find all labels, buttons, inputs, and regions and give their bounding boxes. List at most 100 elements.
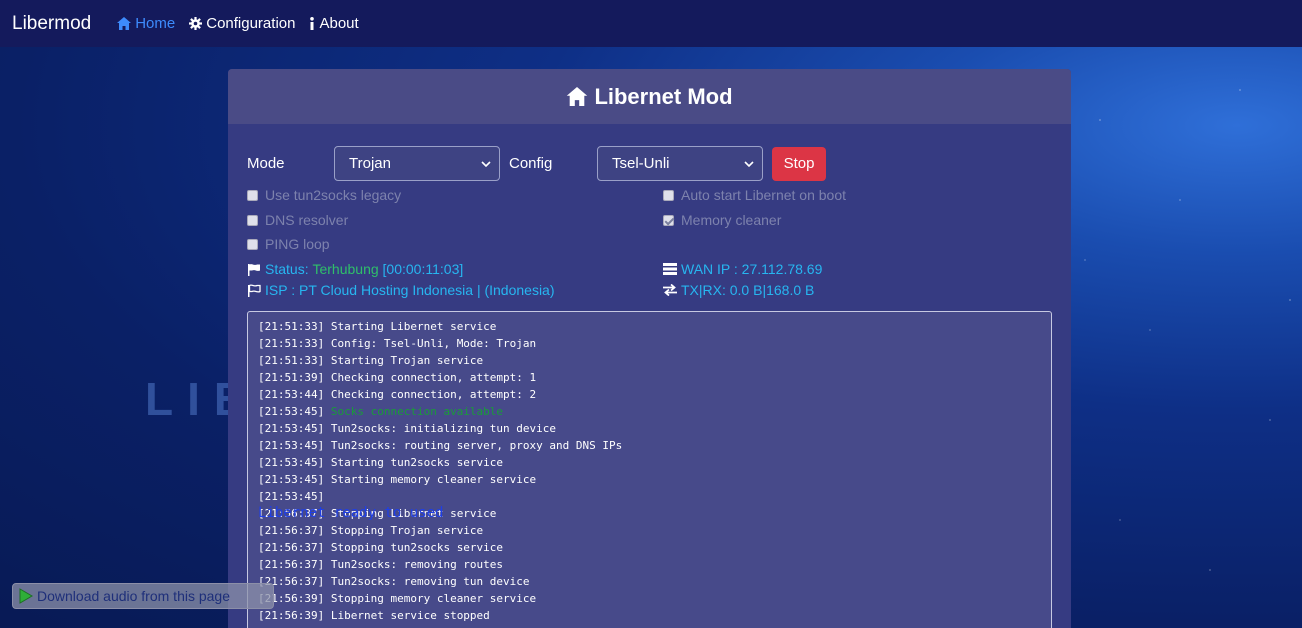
wan-ip-info: WAN IP : 27.112.78.69 <box>663 261 822 277</box>
mode-select[interactable]: Trojan <box>334 146 500 181</box>
isp-text: ISP : PT Cloud Hosting Indonesia | (Indo… <box>265 282 555 298</box>
log-timestamp: [21:51:33] <box>258 320 325 333</box>
status-info: Status: Terhubung [00:00:11:03] <box>247 261 463 277</box>
log-timestamp: [21:51:39] <box>258 371 325 384</box>
log-timestamp: [21:53:45] <box>258 473 325 486</box>
nav-link-configuration[interactable]: Configuration <box>189 15 295 32</box>
flag-outline-icon <box>248 283 261 297</box>
download-audio-button[interactable]: Download audio from this page <box>12 583 274 609</box>
log-timestamp: [21:56:37] <box>258 558 325 571</box>
log-line: [21:56:37] Stopping Trojan service <box>258 522 1041 539</box>
log-message: Libernet ready to used <box>258 505 444 521</box>
log-timestamp: [21:51:33] <box>258 337 325 350</box>
auto-start-label: Auto start Libernet on boot <box>681 187 846 203</box>
download-audio-label: Download audio from this page <box>37 588 231 604</box>
log-message: Starting Trojan service <box>330 354 484 367</box>
isp-info: ISP : PT Cloud Hosting Indonesia | (Indo… <box>247 282 555 298</box>
log-timestamp: [21:53:45] <box>258 456 325 469</box>
home-icon <box>567 87 588 106</box>
option-ping-loop[interactable]: PING loop <box>247 236 330 252</box>
log-line: [21:56:39] Stopping memory cleaner servi… <box>258 590 1041 607</box>
mode-config-row: Mode Trojan Config Tsel-Unli Stop <box>247 146 826 181</box>
txrx-info: TX|RX: 0.0 B|168.0 B <box>663 282 814 298</box>
log-message: Config: Tsel-Unli, Mode: Trojan <box>330 337 537 350</box>
ping-loop-label: PING loop <box>265 236 330 252</box>
card-header: Libernet Mod <box>228 69 1071 124</box>
log-output[interactable]: [21:51:33] Starting Libernet service [21:… <box>247 311 1052 628</box>
log-line: [21:53:45] Tun2socks: initializing tun d… <box>258 420 1041 437</box>
log-timestamp: [21:53:45] <box>258 490 325 503</box>
log-message: Stopping Trojan service <box>330 524 484 537</box>
status-state: Terhubung <box>312 261 379 277</box>
dns-resolver-checkbox[interactable] <box>247 214 258 226</box>
wan-ip-text: WAN IP : 27.112.78.69 <box>681 261 823 277</box>
log-line: [21:56:37] Tun2socks: removing routes <box>258 556 1041 573</box>
libernet-card: Libernet Mod Mode Trojan Config Tsel-Unl… <box>228 69 1071 628</box>
option-memory-cleaner[interactable]: Memory cleaner <box>663 212 781 228</box>
log-message: Starting Libernet service <box>330 320 497 333</box>
log-message: Socks connection available <box>330 405 504 418</box>
chevron-down-icon <box>744 160 754 167</box>
log-message: Tun2socks: removing tun device <box>330 575 530 588</box>
option-tun2socks-legacy[interactable]: Use tun2socks legacy <box>247 187 401 203</box>
log-timestamp: [21:56:37] <box>258 541 325 554</box>
status-uptime: [00:00:11:03] <box>382 261 464 277</box>
ping-loop-checkbox[interactable] <box>247 238 258 250</box>
log-line: [21:51:33] Starting Libernet service <box>258 318 1041 335</box>
info-icon <box>310 17 315 30</box>
flag-icon <box>248 263 260 276</box>
nav-link-home[interactable]: Home <box>117 15 175 32</box>
log-message: Checking connection, attempt: 1 <box>330 371 537 384</box>
option-dns-resolver[interactable]: DNS resolver <box>247 212 348 228</box>
log-message: Starting tun2socks service <box>330 456 504 469</box>
log-message: Stopping tun2socks service <box>330 541 504 554</box>
log-line: [21:53:44] Checking connection, attempt:… <box>258 386 1041 403</box>
log-line: [21:51:39] Checking connection, attempt:… <box>258 369 1041 386</box>
nav-link-configuration-label: Configuration <box>206 15 296 32</box>
exchange-icon <box>663 284 677 296</box>
log-line: [21:51:33] Starting Trojan service <box>258 352 1041 369</box>
txrx-text: TX|RX: 0.0 B|168.0 B <box>681 282 815 298</box>
card-title: Libernet Mod <box>594 83 733 109</box>
log-line: [21:53:45] Starting tun2socks service <box>258 454 1041 471</box>
dns-resolver-label: DNS resolver <box>265 212 349 228</box>
nav-link-about[interactable]: About <box>309 15 359 32</box>
log-line: [21:53:45] Libernet ready to used <box>258 488 1041 521</box>
nav-link-about-label: About <box>319 15 359 32</box>
memory-cleaner-checkbox[interactable] <box>663 214 674 226</box>
log-line: [21:51:33] Config: Tsel-Unli, Mode: Troj… <box>258 335 1041 352</box>
navbar-brand[interactable]: Libermod <box>12 13 91 35</box>
gear-icon <box>189 17 203 30</box>
option-auto-start[interactable]: Auto start Libernet on boot <box>663 187 846 203</box>
home-icon <box>117 17 132 30</box>
auto-start-checkbox[interactable] <box>663 189 674 201</box>
log-message: Tun2socks: routing server, proxy and DNS… <box>330 439 623 452</box>
log-message: Starting memory cleaner service <box>330 473 537 486</box>
tun2socks-legacy-label: Use tun2socks legacy <box>265 187 402 203</box>
log-timestamp: [21:56:39] <box>258 609 325 622</box>
log-timestamp: [21:56:37] <box>258 524 325 537</box>
log-line: [21:53:45] Starting memory cleaner servi… <box>258 471 1041 488</box>
mode-select-value: Trojan <box>349 155 391 172</box>
config-select-value: Tsel-Unli <box>612 155 670 172</box>
chevron-down-icon <box>481 160 491 167</box>
log-line: [21:53:45] Tun2socks: routing server, pr… <box>258 437 1041 454</box>
status-label: Status: <box>265 261 309 277</box>
server-icon <box>663 263 677 275</box>
stop-button[interactable]: Stop <box>772 146 826 181</box>
memory-cleaner-label: Memory cleaner <box>681 212 782 228</box>
nav-link-home-label: Home <box>135 15 176 32</box>
log-line: [21:56:37] Stopping tun2socks service <box>258 539 1041 556</box>
log-timestamp: [21:53:45] <box>258 422 325 435</box>
top-navbar: Libermod Home Configuration About <box>0 0 1302 47</box>
tun2socks-legacy-checkbox[interactable] <box>247 189 258 201</box>
log-line: [21:53:45] Socks connection available <box>258 403 1041 420</box>
log-line: [21:56:37] Tun2socks: removing tun devic… <box>258 573 1041 590</box>
config-label: Config <box>509 155 553 172</box>
log-message: Stopping memory cleaner service <box>330 592 537 605</box>
log-message: Checking connection, attempt: 2 <box>330 388 537 401</box>
log-message: Tun2socks: removing routes <box>330 558 504 571</box>
config-select[interactable]: Tsel-Unli <box>597 146 763 181</box>
mode-label: Mode <box>247 155 285 172</box>
log-message: Libernet service stopped <box>330 609 490 622</box>
